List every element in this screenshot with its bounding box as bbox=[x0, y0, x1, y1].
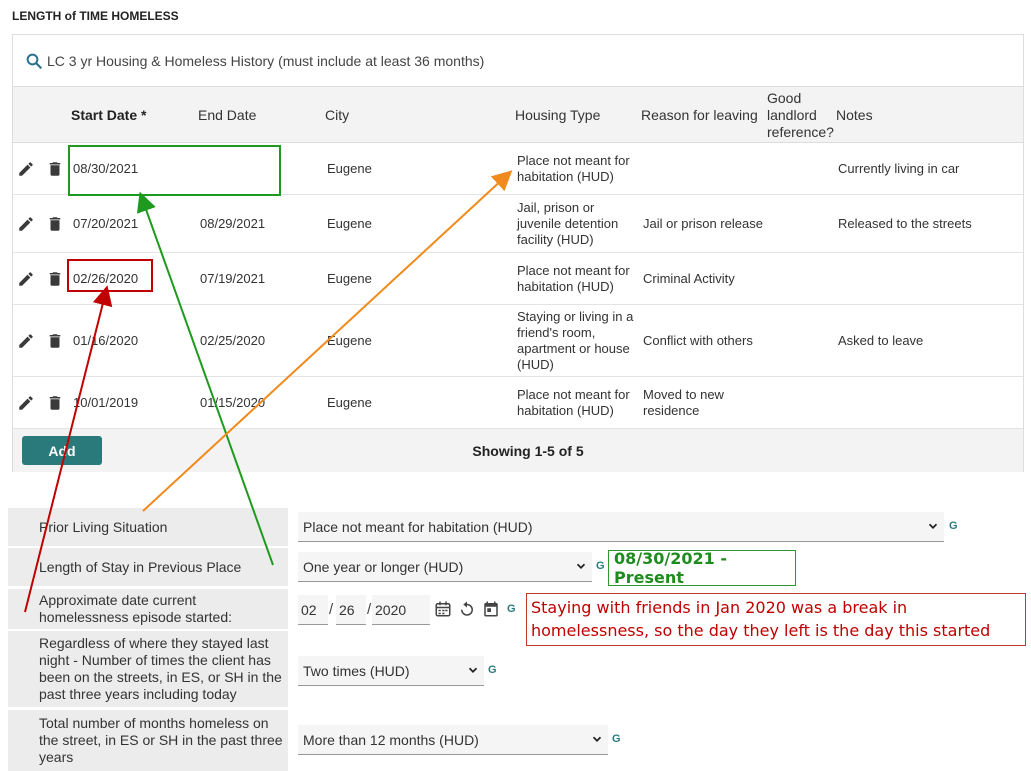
pencil-icon[interactable] bbox=[17, 215, 35, 233]
cell-housing-type: Place not meant for habitation (HUD) bbox=[517, 386, 630, 418]
table-row: 01/16/2020 02/25/2020 Eugene Staying or … bbox=[13, 305, 1023, 377]
date-separator: / bbox=[329, 601, 334, 618]
pencil-icon[interactable] bbox=[17, 332, 35, 350]
cell-start-date: 07/20/2021 bbox=[73, 215, 139, 231]
search-icon bbox=[26, 53, 42, 69]
trash-icon[interactable] bbox=[46, 160, 64, 178]
header-city[interactable]: City bbox=[325, 87, 349, 143]
cell-housing-type: Staying or living in a friend's room, ap… bbox=[517, 308, 634, 372]
label-length-of-stay: Length of Stay in Previous Place bbox=[8, 548, 288, 586]
pencil-icon[interactable] bbox=[17, 270, 35, 288]
cell-city: Eugene bbox=[327, 332, 372, 348]
cell-start-date: 01/16/2020 bbox=[73, 332, 139, 348]
cell-end-date: 02/25/2020 bbox=[200, 332, 266, 348]
prior-living-value: Place not meant for habitation (HUD) bbox=[303, 518, 533, 535]
chevron-down-icon bbox=[592, 736, 602, 742]
calendar-icon[interactable] bbox=[434, 600, 452, 618]
cell-reason: Criminal Activity bbox=[643, 270, 735, 286]
cell-reason bbox=[643, 143, 763, 194]
cell-housing-type: Jail, prison or juvenile detention facil… bbox=[517, 199, 619, 247]
cell-notes: Currently living in car bbox=[838, 160, 960, 176]
cell-end-date: 08/29/2021 bbox=[200, 215, 266, 231]
date-year-input[interactable]: 2020 bbox=[372, 595, 430, 625]
months-homeless-select[interactable]: More than 12 months (HUD) bbox=[298, 725, 608, 755]
g-indicator: G bbox=[596, 560, 605, 572]
pencil-icon[interactable] bbox=[17, 160, 35, 178]
cell-end-date: 01/15/2020 bbox=[200, 394, 266, 410]
cell-city: Eugene bbox=[327, 215, 372, 231]
g-indicator: G bbox=[612, 733, 621, 745]
times-homeless-select[interactable]: Two times (HUD) bbox=[298, 656, 484, 686]
cell-reason: Conflict with others bbox=[643, 332, 753, 348]
table-row: 07/20/2021 08/29/2021 Eugene Jail, priso… bbox=[13, 195, 1023, 253]
trash-icon[interactable] bbox=[46, 332, 64, 350]
cell-reason: Moved to new residence bbox=[643, 386, 724, 418]
header-start-date[interactable]: Start Date * bbox=[71, 87, 146, 143]
add-button[interactable]: Add bbox=[22, 436, 102, 465]
label-months-homeless: Total number of months homeless on the s… bbox=[8, 710, 288, 771]
table-row: 10/01/2019 01/15/2020 Eugene Place not m… bbox=[13, 377, 1023, 429]
length-of-stay-value: One year or longer (HUD) bbox=[303, 558, 464, 575]
times-homeless-value: Two times (HUD) bbox=[303, 662, 410, 679]
cell-end-date: 07/19/2021 bbox=[200, 270, 266, 286]
cell-city: Eugene bbox=[327, 394, 372, 410]
label-times-homeless: Regardless of where they stayed last nig… bbox=[8, 631, 288, 707]
cell-notes: Released to the streets bbox=[838, 215, 972, 231]
cell-start-date: 08/30/2021 bbox=[73, 160, 139, 176]
required-mark: * bbox=[141, 106, 147, 123]
history-search-row[interactable]: LC 3 yr Housing & Homeless History (must… bbox=[13, 35, 1023, 87]
date-month-input[interactable]: 02 bbox=[298, 595, 328, 625]
pagination-count: Showing 1-5 of 5 bbox=[472, 442, 584, 459]
months-homeless-value: More than 12 months (HUD) bbox=[303, 731, 479, 748]
header-landlord[interactable]: Good landlord reference? bbox=[767, 87, 837, 143]
trash-icon[interactable] bbox=[46, 394, 64, 412]
cell-city: Eugene bbox=[327, 160, 372, 176]
red-callout: Staying with friends in Jan 2020 was a b… bbox=[526, 593, 1026, 646]
cell-city: Eugene bbox=[327, 270, 372, 286]
g-indicator: G bbox=[507, 603, 516, 615]
history-search-label: LC 3 yr Housing & Homeless History (must… bbox=[47, 52, 485, 69]
chevron-down-icon bbox=[928, 523, 938, 529]
table-footer: Showing 1-5 of 5 Add bbox=[13, 429, 1023, 472]
today-calendar-icon[interactable] bbox=[482, 600, 500, 618]
green-callout: 08/30/2021 - Present bbox=[608, 549, 796, 587]
section-title: LENGTH of TIME HOMELESS bbox=[12, 9, 179, 23]
length-of-stay-select[interactable]: One year or longer (HUD) bbox=[298, 552, 592, 582]
trash-icon[interactable] bbox=[46, 215, 64, 233]
reset-icon[interactable] bbox=[458, 600, 476, 618]
header-end-date[interactable]: End Date bbox=[198, 87, 256, 143]
prior-living-select[interactable]: Place not meant for habitation (HUD) bbox=[298, 512, 944, 542]
chevron-down-icon bbox=[468, 667, 478, 673]
cell-start-date: 02/26/2020 bbox=[73, 270, 139, 286]
label-approx-date: Approximate date current homelessness ep… bbox=[8, 589, 288, 629]
g-indicator: G bbox=[949, 520, 958, 532]
housing-history-panel: LC 3 yr Housing & Homeless History (must… bbox=[12, 34, 1024, 472]
cell-reason: Jail or prison release bbox=[643, 215, 763, 231]
cell-start-date: 10/01/2019 bbox=[73, 394, 139, 410]
g-indicator: G bbox=[488, 664, 497, 676]
cell-housing-type: Place not meant for habitation (HUD) bbox=[517, 152, 630, 184]
cell-notes: Asked to leave bbox=[838, 332, 924, 348]
label-prior-living: Prior Living Situation bbox=[8, 508, 288, 546]
table-header: Start Date * End Date City Housing Type … bbox=[13, 87, 1023, 143]
date-day-input[interactable]: 26 bbox=[336, 595, 366, 625]
chevron-down-icon bbox=[576, 563, 586, 569]
header-notes[interactable]: Notes bbox=[836, 87, 873, 143]
date-separator: / bbox=[367, 601, 372, 618]
header-reason[interactable]: Reason for leaving bbox=[641, 87, 758, 143]
trash-icon[interactable] bbox=[46, 270, 64, 288]
table-row: 02/26/2020 07/19/2021 Eugene Place not m… bbox=[13, 253, 1023, 305]
pencil-icon[interactable] bbox=[17, 394, 35, 412]
table-row: 08/30/2021 Eugene Place not meant for ha… bbox=[13, 143, 1023, 195]
header-housing-type[interactable]: Housing Type bbox=[515, 87, 600, 143]
cell-housing-type: Place not meant for habitation (HUD) bbox=[517, 262, 630, 294]
